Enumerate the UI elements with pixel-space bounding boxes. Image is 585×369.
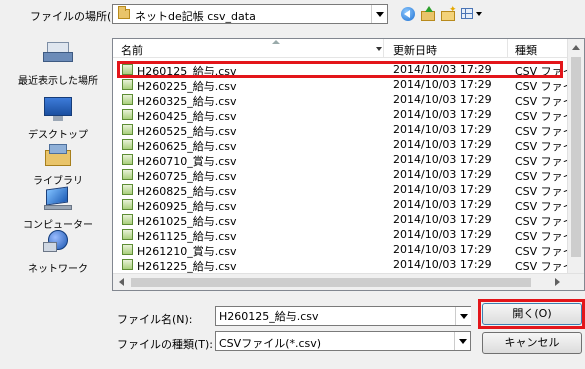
cancel-button[interactable]: キャンセル xyxy=(482,332,582,354)
csv-file-icon xyxy=(122,259,133,270)
csv-file-icon xyxy=(122,199,133,210)
file-row[interactable]: H260425_給与.csv 2014/10/03 17:29 CSV ファイル xyxy=(113,107,584,123)
csv-file-icon xyxy=(122,139,133,150)
file-rows: H260125_給与.csv 2014/10/03 17:29 CSV ファイル H2… xyxy=(113,62,584,273)
file-row[interactable]: H260125_給与.csv 2014/10/03 17:29 CSV ファイル xyxy=(113,62,584,78)
place-libraries[interactable]: ライブラリ xyxy=(8,140,108,187)
file-name: H261225_給与.csv xyxy=(137,260,237,273)
filename-input[interactable] xyxy=(215,306,471,326)
scroll-left-icon[interactable] xyxy=(119,278,124,286)
horizontal-scrollbar[interactable] xyxy=(113,273,584,290)
csv-file-icon xyxy=(122,94,133,105)
back-icon[interactable] xyxy=(400,6,416,22)
csv-file-icon xyxy=(122,244,133,255)
open-button[interactable]: 開く(O) xyxy=(482,303,582,325)
folder-icon xyxy=(118,6,130,19)
filetype-value: CSVファイル(*.csv) xyxy=(219,337,322,350)
recent-places-icon xyxy=(41,40,75,70)
scroll-thumb[interactable] xyxy=(571,57,581,257)
filetype-select[interactable]: CSVファイル(*.csv) xyxy=(215,331,471,351)
file-date: 2014/10/03 17:29 xyxy=(393,63,492,76)
place-recent[interactable]: 最近表示した場所 xyxy=(8,40,108,87)
network-icon xyxy=(41,228,75,258)
csv-file-icon xyxy=(122,64,133,75)
csv-file-icon xyxy=(122,229,133,240)
column-header-type[interactable]: 種類 xyxy=(515,42,537,58)
csv-file-icon xyxy=(122,124,133,135)
file-date: 2014/10/03 17:29 xyxy=(393,93,492,106)
look-in-value: ネットde記帳 csv_data xyxy=(135,10,256,23)
file-row[interactable]: H260825_給与.csv 2014/10/03 17:29 CSV ファイル xyxy=(113,182,584,198)
file-date: 2014/10/03 17:29 xyxy=(393,243,492,256)
file-row[interactable]: H260225_給与.csv 2014/10/03 17:29 CSV ファイル xyxy=(113,77,584,93)
file-date: 2014/10/03 17:29 xyxy=(393,153,492,166)
place-label: ネットワーク xyxy=(28,264,88,275)
look-in-label: ファイルの場所(I): xyxy=(30,10,123,23)
scroll-thumb[interactable] xyxy=(131,278,531,287)
places-bar: 最近表示した場所 デスクトップ ライブラリ コンピューター ネットワーク xyxy=(8,38,108,290)
look-in-combobox[interactable]: ネットde記帳 csv_data xyxy=(112,4,388,24)
file-row[interactable]: H261125_給与.csv 2014/10/03 17:29 CSV ファイル xyxy=(113,227,584,243)
file-date: 2014/10/03 17:29 xyxy=(393,108,492,121)
file-row[interactable]: H261210_賞与.csv 2014/10/03 17:29 CSV ファイル xyxy=(113,242,584,258)
column-dropdown-icon[interactable] xyxy=(376,47,382,51)
file-row[interactable]: H260625_給与.csv 2014/10/03 17:29 CSV ファイル xyxy=(113,137,584,153)
libraries-icon xyxy=(41,140,75,170)
csv-file-icon xyxy=(122,169,133,180)
up-folder-icon[interactable] xyxy=(420,6,436,22)
vertical-scrollbar[interactable] xyxy=(567,39,584,273)
filetype-label: ファイルの種類(T): xyxy=(117,338,214,351)
scroll-right-icon[interactable] xyxy=(555,278,560,286)
filename-label: ファイル名(N): xyxy=(117,313,193,326)
file-date: 2014/10/03 17:29 xyxy=(393,123,492,136)
file-row[interactable]: H260925_給与.csv 2014/10/03 17:29 CSV ファイル xyxy=(113,197,584,213)
scroll-up-icon[interactable] xyxy=(572,45,580,50)
file-row[interactable]: H260725_給与.csv 2014/10/03 17:29 CSV ファイル xyxy=(113,167,584,183)
computer-icon xyxy=(41,184,75,214)
place-label: 最近表示した場所 xyxy=(18,76,98,87)
new-folder-icon[interactable]: ✦ xyxy=(440,6,457,22)
file-date: 2014/10/03 17:29 xyxy=(393,198,492,211)
file-date: 2014/10/03 17:29 xyxy=(393,213,492,226)
csv-file-icon xyxy=(122,184,133,195)
file-row[interactable]: H261225_給与.csv 2014/10/03 17:29 CSV ファイル xyxy=(113,257,584,273)
csv-file-icon xyxy=(122,214,133,225)
place-label: デスクトップ xyxy=(28,130,88,141)
file-row[interactable]: H261025_給与.csv 2014/10/03 17:29 CSV ファイル xyxy=(113,212,584,228)
place-desktop[interactable]: デスクトップ xyxy=(8,94,108,141)
place-network[interactable]: ネットワーク xyxy=(8,228,108,275)
chevron-down-icon[interactable] xyxy=(455,307,471,325)
csv-file-icon xyxy=(122,109,133,120)
place-computer[interactable]: コンピューター xyxy=(8,184,108,231)
file-date: 2014/10/03 17:29 xyxy=(393,228,492,241)
column-header-name[interactable]: 名前 xyxy=(121,42,143,58)
chevron-down-icon[interactable] xyxy=(454,332,470,350)
file-date: 2014/10/03 17:29 xyxy=(393,138,492,151)
file-list[interactable]: 名前 更新日時 種類 H260125_給与.csv 2014/10/03 17:2… xyxy=(112,38,585,291)
desktop-icon xyxy=(41,94,75,124)
list-header: 名前 更新日時 種類 xyxy=(113,39,584,58)
sort-ascending-icon xyxy=(272,40,280,44)
chevron-down-icon[interactable] xyxy=(371,5,387,23)
csv-file-icon xyxy=(122,79,133,90)
view-menu-icon[interactable] xyxy=(460,6,484,22)
file-date: 2014/10/03 17:29 xyxy=(393,78,492,91)
file-row[interactable]: H260710_賞与.csv 2014/10/03 17:29 CSV ファイル xyxy=(113,152,584,168)
file-row[interactable]: H260525_給与.csv 2014/10/03 17:29 CSV ファイル xyxy=(113,122,584,138)
file-date: 2014/10/03 17:29 xyxy=(393,183,492,196)
file-row[interactable]: H260325_給与.csv 2014/10/03 17:29 CSV ファイル xyxy=(113,92,584,108)
csv-file-icon xyxy=(122,154,133,165)
column-header-date[interactable]: 更新日時 xyxy=(393,42,437,58)
file-date: 2014/10/03 17:29 xyxy=(393,168,492,181)
file-date: 2014/10/03 17:29 xyxy=(393,258,492,271)
